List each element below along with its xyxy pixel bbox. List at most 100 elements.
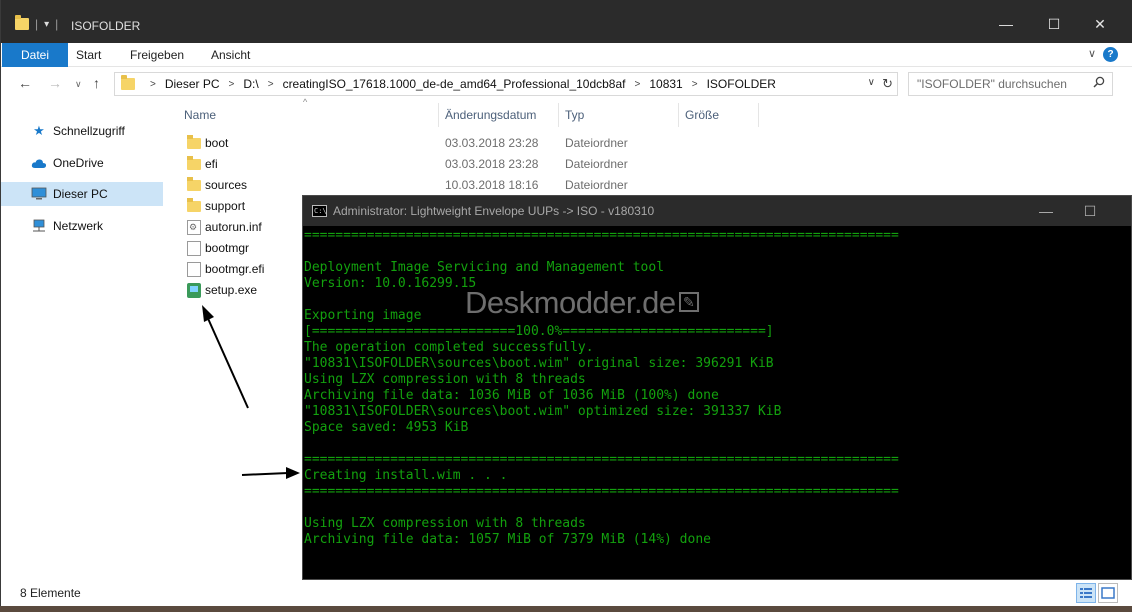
watermark: Deskmodder.de ✎ — [465, 285, 699, 321]
breadcrumb-drive-d[interactable]: D:\ — [243, 77, 258, 91]
computer-icon — [31, 187, 47, 201]
status-bar: 8 Elemente — [1, 580, 1132, 606]
console-line: Archiving file data: 1057 MiB of 7379 Mi… — [304, 532, 711, 547]
console-line: Archiving file data: 1036 MiB of 1036 Mi… — [304, 388, 719, 403]
up-button[interactable]: ↑ — [93, 75, 100, 91]
forward-button[interactable]: → — [48, 75, 62, 91]
tab-freigeben[interactable]: Freigeben — [123, 43, 191, 67]
file-row-boot[interactable]: boot 03.03.2018 23:28 Dateiordner — [179, 133, 679, 154]
breadcrumb-dieser-pc[interactable]: Dieser PC — [165, 77, 220, 91]
folder-icon — [187, 198, 201, 212]
console-line: The operation completed successfully. — [304, 340, 594, 355]
large-icons-view-icon — [1101, 587, 1115, 599]
folder-icon — [187, 156, 201, 170]
file-name: efi — [205, 157, 218, 171]
navpane-item-onedrive[interactable]: OneDrive — [1, 151, 163, 175]
details-view-button[interactable] — [1076, 583, 1096, 603]
console-line: "10831\ISOFOLDER\sources\boot.wim" origi… — [304, 356, 774, 371]
console-line: ========================================… — [304, 452, 899, 467]
breadcrumb-10831[interactable]: 10831 — [649, 77, 682, 91]
console-maximize-button[interactable]: ☐ — [1079, 201, 1101, 221]
breadcrumb-creatingiso[interactable]: creatingISO_17618.1000_de-de_amd64_Profe… — [283, 77, 626, 91]
annotation-arrow-right — [241, 467, 300, 479]
console-line: Exporting image — [304, 308, 422, 323]
tab-ansicht[interactable]: Ansicht — [204, 43, 257, 67]
breadcrumb-separator[interactable]: > — [692, 79, 698, 90]
breadcrumb-isofolder[interactable]: ISOFOLDER — [707, 77, 776, 91]
column-header-name[interactable]: Name — [178, 103, 439, 127]
file-type: Dateiordner — [565, 178, 628, 192]
tab-start[interactable]: Start — [69, 43, 108, 67]
folder-icon — [187, 177, 201, 191]
file-name: setup.exe — [205, 283, 258, 297]
file-name: sources — [205, 178, 248, 192]
console-line: Space saved: 4953 KiB — [304, 420, 469, 435]
maximize-button[interactable]: ☐ — [1043, 14, 1065, 34]
navpane-item-label: Dieser PC — [53, 187, 108, 201]
navpane-item-dieser-pc[interactable]: Dieser PC — [1, 182, 163, 206]
navpane-item-label: Netzwerk — [53, 219, 104, 233]
toolbar-separator: | — [35, 17, 39, 31]
recent-locations-button[interactable]: ∨ — [75, 79, 82, 90]
refresh-icon[interactable]: ↻ — [882, 76, 893, 92]
console-line: ========================================… — [304, 228, 899, 243]
search-icon[interactable] — [1093, 76, 1105, 91]
explorer-titlebar: | ▾ | ISOFOLDER — ☐ ✕ — [1, 0, 1132, 43]
ribbon-tabs: Datei Start Freigeben Ansicht ∨ ? — [1, 43, 1132, 67]
annotation-arrow-up — [202, 305, 249, 409]
setup-exe-icon — [187, 283, 201, 298]
search-placeholder: "ISOFOLDER" durchsuchen — [917, 77, 1067, 91]
back-button[interactable]: ← — [18, 75, 32, 91]
column-header-type[interactable]: Typ — [559, 103, 679, 127]
file-name: autorun.inf — [205, 220, 262, 234]
quick-access-toolbar: | ▾ | — [15, 15, 58, 31]
star-icon: ★ — [33, 123, 45, 138]
folder-icon — [15, 15, 29, 30]
console-minimize-button[interactable]: — — [1035, 201, 1057, 221]
breadcrumb-separator[interactable]: > — [635, 79, 641, 90]
tab-datei[interactable]: Datei — [2, 43, 69, 67]
folder-icon — [121, 75, 135, 90]
console-title: Administrator: Lightweight Envelope UUPs… — [333, 204, 655, 218]
file-row-sources[interactable]: sources 10.03.2018 18:16 Dateiordner — [179, 175, 679, 196]
file-icon — [187, 262, 201, 277]
search-input[interactable]: "ISOFOLDER" durchsuchen — [908, 72, 1113, 96]
console-output: ========================================… — [304, 228, 1131, 579]
navpane-item-netzwerk[interactable]: Netzwerk — [1, 214, 163, 238]
console-window[interactable]: C:\ Administrator: Lightweight Envelope … — [302, 195, 1132, 580]
console-titlebar: C:\ Administrator: Lightweight Envelope … — [303, 196, 1131, 226]
file-name: boot — [205, 136, 229, 150]
item-count: 8 Elemente — [20, 586, 81, 600]
qat-dropdown-icon[interactable]: ▾ — [44, 19, 49, 30]
settings-file-icon — [187, 220, 201, 235]
file-row-efi[interactable]: efi 03.03.2018 23:28 Dateiordner — [179, 154, 679, 175]
file-type: Dateiordner — [565, 157, 628, 171]
breadcrumb-separator[interactable]: > — [229, 79, 235, 90]
minimize-button[interactable]: — — [995, 14, 1017, 34]
console-line: Deployment Image Servicing and Managemen… — [304, 260, 665, 275]
large-icons-view-button[interactable] — [1098, 583, 1118, 603]
terminal-icon: C:\ — [312, 205, 327, 217]
address-dropdown-icon[interactable]: ∨ — [868, 77, 875, 88]
console-line: [==========================100.0%=======… — [304, 324, 774, 339]
close-button[interactable]: ✕ — [1089, 14, 1111, 34]
expand-ribbon-icon[interactable]: ∨ — [1088, 47, 1096, 60]
file-name: bootmgr.efi — [205, 262, 265, 276]
breadcrumb-separator[interactable]: > — [150, 79, 156, 90]
file-icon — [187, 241, 201, 256]
console-line: Using LZX compression with 8 threads — [304, 516, 586, 531]
file-date: 10.03.2018 18:16 — [445, 178, 539, 192]
column-header-date[interactable]: Änderungsdatum — [439, 103, 559, 127]
file-type: Dateiordner — [565, 136, 628, 150]
address-bar[interactable]: > Dieser PC > D:\ > creatingISO_17618.10… — [114, 72, 898, 96]
watermark-text: Deskmodder.de — [465, 285, 676, 320]
network-icon — [31, 219, 47, 233]
navpane-item-schnellzugriff[interactable]: ★ Schnellzugriff — [1, 119, 163, 143]
column-header-size[interactable]: Größe — [679, 103, 759, 127]
breadcrumb-separator[interactable]: > — [268, 79, 274, 90]
file-date: 03.03.2018 23:28 — [445, 136, 539, 150]
help-icon[interactable]: ? — [1103, 47, 1118, 62]
cloud-icon — [31, 156, 47, 170]
